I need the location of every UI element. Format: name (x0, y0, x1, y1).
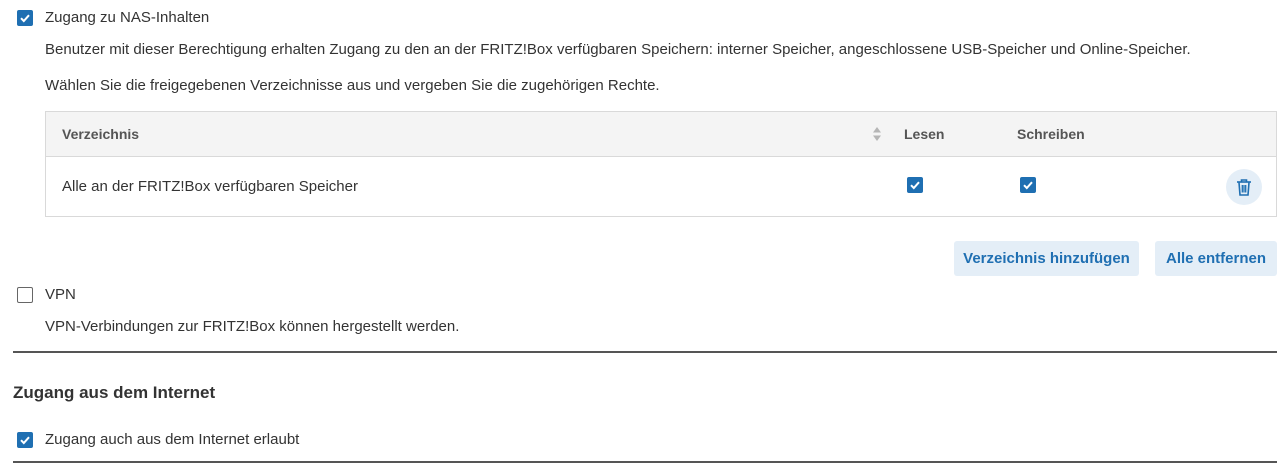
directory-table-header: Verzeichnis Lesen Schreiben (46, 112, 1276, 157)
internet-access-label: Zugang auch aus dem Internet erlaubt (45, 431, 300, 448)
checkmark-icon (1023, 181, 1033, 190)
vpn-description: VPN-Verbindungen zur FRITZ!Box können he… (45, 318, 460, 335)
read-permission-checkbox[interactable] (907, 177, 923, 193)
directory-table: Verzeichnis Lesen Schreiben Alle an der … (45, 111, 1277, 217)
checkmark-icon (20, 436, 30, 445)
write-permission-checkbox[interactable] (1020, 177, 1036, 193)
internet-access-heading: Zugang aus dem Internet (13, 383, 216, 402)
nas-access-label: Zugang zu NAS-Inhalten (45, 9, 210, 26)
checkmark-icon (910, 181, 920, 190)
delete-directory-button[interactable] (1226, 169, 1262, 205)
vpn-label: VPN (45, 286, 76, 303)
sort-icon[interactable] (872, 126, 882, 142)
nas-access-checkbox[interactable] (17, 10, 33, 26)
column-header-write: Schreiben (1017, 126, 1085, 142)
section-divider (13, 351, 1277, 353)
vpn-checkbox[interactable] (17, 287, 33, 303)
directory-name: Alle an der FRITZ!Box verfügbaren Speich… (62, 178, 358, 195)
column-header-directory[interactable]: Verzeichnis (62, 126, 139, 142)
remove-all-button[interactable]: Alle entfernen (1155, 241, 1277, 276)
section-divider (13, 461, 1277, 463)
trash-icon (1237, 179, 1251, 196)
internet-access-checkbox[interactable] (17, 432, 33, 448)
add-directory-button[interactable]: Verzeichnis hinzufügen (954, 241, 1139, 276)
nas-access-description: Benutzer mit dieser Berechtigung erhalte… (45, 41, 1191, 58)
column-header-read: Lesen (904, 126, 945, 142)
nas-access-hint: Wählen Sie die freigegebenen Verzeichnis… (45, 77, 660, 94)
checkmark-icon (20, 14, 30, 23)
